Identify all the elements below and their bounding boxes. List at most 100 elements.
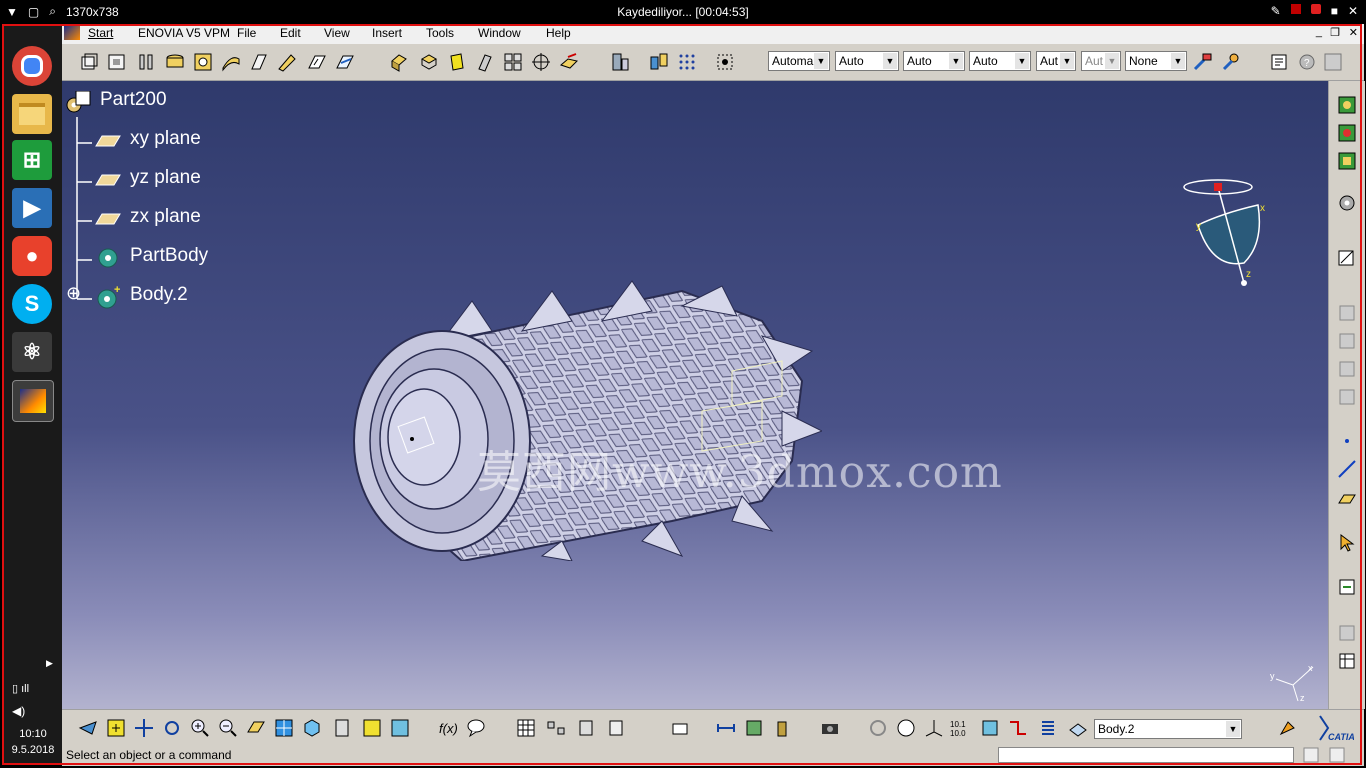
law-icon[interactable] bbox=[1322, 51, 1344, 73]
store-icon[interactable]: ⊞ bbox=[12, 140, 52, 180]
transparency-combo[interactable]: Auto ▼ bbox=[903, 51, 965, 71]
shading-icon[interactable] bbox=[332, 718, 352, 738]
menu-insert[interactable]: Insert bbox=[372, 26, 402, 40]
assembly-icon[interactable] bbox=[1337, 123, 1357, 143]
formula-table-icon[interactable] bbox=[1337, 651, 1357, 671]
knowledge-hand-icon[interactable] bbox=[1278, 718, 1298, 738]
properties-brush-icon[interactable] bbox=[1220, 51, 1242, 73]
format-painter-icon[interactable] bbox=[1192, 51, 1214, 73]
multi-view-icon[interactable] bbox=[274, 718, 294, 738]
pad-icon[interactable] bbox=[78, 51, 100, 73]
pan-icon[interactable] bbox=[134, 718, 154, 738]
chrome-icon[interactable] bbox=[12, 46, 52, 86]
catia-taskbar-icon[interactable] bbox=[12, 380, 54, 422]
hide-show-icon[interactable] bbox=[362, 718, 382, 738]
menu-edit[interactable]: Edit bbox=[280, 26, 301, 40]
command-input[interactable] bbox=[998, 747, 1294, 763]
camera-capture-icon[interactable] bbox=[820, 718, 840, 738]
line-type-combo[interactable]: Automa ▼ bbox=[768, 51, 830, 71]
layer-combo[interactable]: None ▼ bbox=[1125, 51, 1187, 71]
swap-space-icon[interactable] bbox=[390, 718, 410, 738]
layer-icon[interactable] bbox=[1068, 718, 1088, 738]
line-icon[interactable] bbox=[1337, 459, 1357, 479]
3d-viewport[interactable]: Part200 xy plane yz plane zx plane PartB… bbox=[62, 81, 1328, 709]
sketch-icon[interactable] bbox=[1337, 247, 1357, 267]
update-icon[interactable] bbox=[868, 718, 888, 738]
draft-icon[interactable] bbox=[334, 51, 356, 73]
menu-window[interactable]: Window bbox=[478, 26, 521, 40]
snap-point-icon[interactable] bbox=[714, 51, 736, 73]
atom-icon[interactable]: ⚛ bbox=[12, 332, 52, 372]
remove-face-icon[interactable] bbox=[558, 51, 580, 73]
pocket-icon[interactable] bbox=[106, 51, 128, 73]
menu-help[interactable]: Help bbox=[546, 26, 571, 40]
wireframe-view-icon[interactable] bbox=[1337, 331, 1357, 351]
menu-enovia[interactable]: ENOVIA V5 VPM bbox=[138, 26, 230, 40]
clock[interactable]: 10:10 9.5.2018 bbox=[4, 726, 62, 758]
rib-icon[interactable] bbox=[220, 51, 242, 73]
hidden-line-icon[interactable] bbox=[1337, 359, 1357, 379]
constraint-display-icon[interactable] bbox=[1008, 718, 1028, 738]
gear-icon[interactable] bbox=[1337, 193, 1357, 213]
expand-tray-icon[interactable]: ▶ bbox=[46, 658, 53, 669]
baidu-icon[interactable]: ● bbox=[12, 236, 52, 276]
fit-all-icon[interactable] bbox=[106, 718, 126, 738]
point-type-combo[interactable]: Aut ▼ bbox=[1081, 51, 1121, 71]
camera-icon[interactable]: ■ bbox=[1331, 4, 1338, 18]
sketch-workbench-icon[interactable] bbox=[1337, 95, 1357, 115]
scale-icon[interactable]: 10.110.0 bbox=[950, 718, 970, 738]
restore-icon[interactable]: ❐ bbox=[1330, 26, 1340, 39]
split-icon[interactable] bbox=[388, 51, 410, 73]
grid-icon[interactable] bbox=[676, 51, 698, 73]
line-weight-combo[interactable]: Auto ▼ bbox=[969, 51, 1031, 71]
mass-icon[interactable] bbox=[772, 718, 792, 738]
expand-plus-icon[interactable]: ⊕ bbox=[66, 283, 81, 304]
body-select-combo[interactable]: Body.2 ▼ bbox=[1094, 719, 1242, 739]
chamfer-icon[interactable] bbox=[306, 51, 328, 73]
close-surface-icon[interactable] bbox=[446, 51, 468, 73]
menu-file[interactable]: File bbox=[237, 26, 256, 40]
table-icon[interactable] bbox=[516, 718, 536, 738]
instantiate-icon[interactable] bbox=[670, 718, 690, 738]
measure-item-icon[interactable] bbox=[744, 718, 764, 738]
thickness-icon[interactable] bbox=[418, 51, 440, 73]
stiffener-icon[interactable] bbox=[136, 51, 158, 73]
status-icon-1[interactable] bbox=[1302, 746, 1320, 764]
iso-view-icon[interactable] bbox=[302, 718, 322, 738]
zoom-in-icon[interactable] bbox=[190, 718, 210, 738]
pen-icon[interactable]: ✎ bbox=[1271, 4, 1281, 18]
pattern-icon[interactable] bbox=[502, 51, 524, 73]
part-design-icon[interactable] bbox=[1337, 151, 1357, 171]
select-cursor-icon[interactable] bbox=[1337, 533, 1357, 553]
menu-view[interactable]: View bbox=[324, 26, 350, 40]
fly-mode-icon[interactable] bbox=[78, 718, 98, 738]
edge-fillet-icon[interactable] bbox=[276, 51, 298, 73]
catalog-browser-icon[interactable] bbox=[1268, 51, 1290, 73]
comment-icon[interactable] bbox=[466, 718, 486, 738]
measure-between-icon[interactable] bbox=[716, 718, 736, 738]
parameters-icon[interactable] bbox=[1337, 623, 1357, 643]
menu-start[interactable]: Start bbox=[88, 26, 113, 40]
axis-system-icon[interactable] bbox=[530, 51, 552, 73]
render-style-icon[interactable] bbox=[1337, 387, 1357, 407]
hole-icon[interactable] bbox=[192, 51, 214, 73]
sew-surface-icon[interactable] bbox=[474, 51, 496, 73]
network-icon[interactable]: ▯ ıll bbox=[12, 682, 29, 695]
stop-icon[interactable] bbox=[1310, 4, 1321, 14]
volume-icon[interactable]: ◀) bbox=[12, 704, 25, 718]
normal-view-icon[interactable] bbox=[246, 718, 266, 738]
scene-icon[interactable] bbox=[546, 718, 566, 738]
catalog-icon[interactable] bbox=[576, 718, 596, 738]
measure-icon[interactable] bbox=[610, 51, 632, 73]
linetype-combo[interactable]: Aut ▼ bbox=[1036, 51, 1076, 71]
list-icon[interactable] bbox=[1038, 718, 1058, 738]
pause-icon[interactable] bbox=[1290, 4, 1301, 14]
point-icon[interactable] bbox=[1337, 431, 1357, 451]
plane-tool-icon[interactable] bbox=[1337, 489, 1357, 509]
shaft-icon[interactable] bbox=[164, 51, 186, 73]
media-player-icon[interactable]: ▶ bbox=[12, 188, 52, 228]
constraint-icon[interactable] bbox=[1337, 577, 1357, 597]
turbine-rotor-model[interactable] bbox=[342, 261, 822, 561]
menu-tools[interactable]: Tools bbox=[426, 26, 454, 40]
hand-icon[interactable] bbox=[896, 718, 916, 738]
